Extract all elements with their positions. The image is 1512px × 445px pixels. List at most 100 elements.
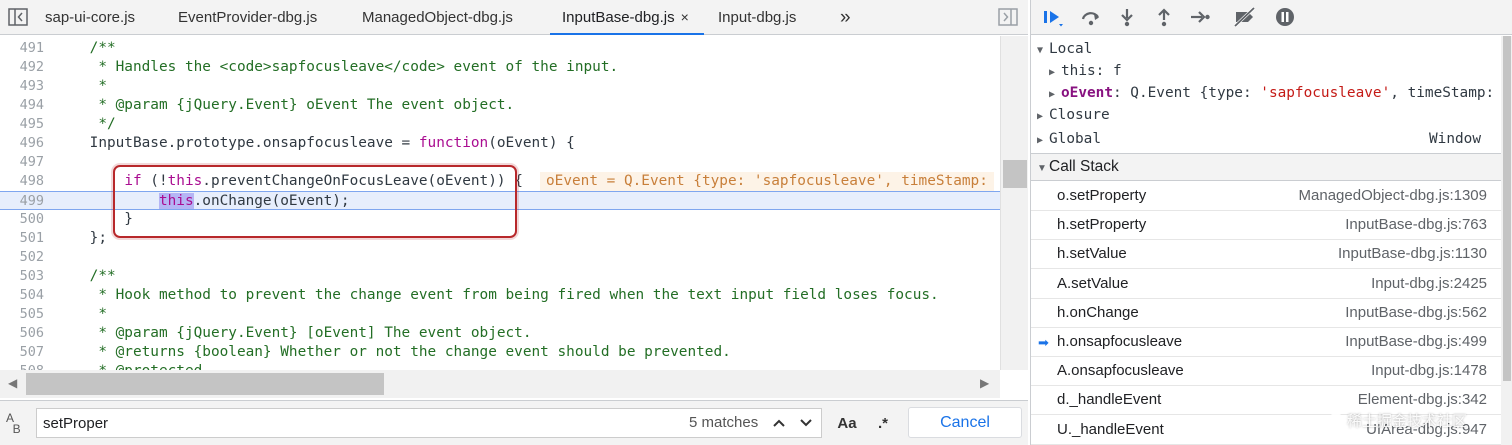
- line-number[interactable]: 508: [0, 362, 44, 370]
- tab-inputbase[interactable]: InputBase-dbg.js ×: [550, 0, 704, 35]
- scroll-right-icon[interactable]: ▶: [980, 376, 989, 390]
- code-line[interactable]: 501 };: [0, 229, 1000, 248]
- code-line[interactable]: 497: [0, 153, 1000, 172]
- previous-match-button[interactable]: [766, 409, 792, 437]
- code-line[interactable]: 507 * @returns {boolean} Whether or not …: [0, 343, 1000, 362]
- scrollbar-thumb[interactable]: [26, 373, 384, 395]
- line-number[interactable]: 497: [0, 153, 44, 172]
- line-number[interactable]: 506: [0, 324, 44, 343]
- code-line[interactable]: 495 */: [0, 115, 1000, 134]
- editor-vertical-scrollbar[interactable]: [1000, 36, 1028, 370]
- line-number[interactable]: 491: [0, 39, 44, 58]
- line-number[interactable]: 507: [0, 343, 44, 362]
- code-line[interactable]: 506 * @param {jQuery.Event} [oEvent] The…: [0, 324, 1000, 343]
- match-case-button[interactable]: Aa: [834, 409, 860, 437]
- scrollbar-thumb[interactable]: [1003, 160, 1027, 188]
- call-frame[interactable]: h.setProperty InputBase-dbg.js:763: [1031, 211, 1501, 241]
- code-line[interactable]: 508 * @protected: [0, 362, 1000, 370]
- tab-eventprovider[interactable]: EventProvider-dbg.js: [178, 0, 317, 35]
- line-number[interactable]: 500: [0, 210, 44, 229]
- editor-horizontal-scrollbar[interactable]: ◀ ▶: [0, 370, 1000, 398]
- frame-location-link[interactable]: Input-dbg.js:1478: [1371, 357, 1487, 385]
- scope-closure[interactable]: ▶ Closure: [1037, 104, 1110, 126]
- code-line[interactable]: 493 *: [0, 77, 1000, 96]
- frame-location-link[interactable]: InputBase-dbg.js:562: [1345, 299, 1487, 327]
- tab-label: Input-dbg.js: [718, 9, 797, 26]
- toggle-navigator-icon[interactable]: [7, 6, 29, 28]
- line-number[interactable]: 499: [0, 192, 44, 211]
- close-tab-icon[interactable]: ×: [681, 9, 689, 25]
- code-line[interactable]: 499 this.onChange(oEvent);: [0, 191, 1000, 210]
- frame-location-link[interactable]: Input-dbg.js:2425: [1371, 270, 1487, 298]
- step-into-icon[interactable]: [1113, 4, 1141, 30]
- step-over-icon[interactable]: [1077, 4, 1105, 30]
- code-text: * @protected: [55, 362, 202, 370]
- call-frame[interactable]: ➡ h.onsapfocusleave InputBase-dbg.js:499: [1031, 328, 1501, 357]
- step-icon[interactable]: [1186, 4, 1214, 30]
- frame-location-link[interactable]: InputBase-dbg.js:1130: [1338, 240, 1487, 268]
- toggle-debugger-sidebar-icon[interactable]: [997, 6, 1019, 28]
- var-value: : Q.Event {type:: [1112, 85, 1261, 101]
- line-number[interactable]: 495: [0, 115, 44, 134]
- code-line[interactable]: 498 if (!this.preventChangeOnFocusLeave(…: [0, 172, 1000, 191]
- code-line[interactable]: 500 }: [0, 210, 1000, 229]
- more-tabs-icon[interactable]: »: [840, 0, 851, 35]
- line-number[interactable]: 505: [0, 305, 44, 324]
- line-number[interactable]: 498: [0, 172, 44, 191]
- tab-sap-ui-core[interactable]: sap-ui-core.js: [45, 0, 135, 35]
- line-number[interactable]: 496: [0, 134, 44, 153]
- replace-toggle-icon[interactable]: A B: [6, 412, 21, 435]
- code-line[interactable]: 503 /**: [0, 267, 1000, 286]
- scroll-left-icon[interactable]: ◀: [8, 376, 17, 390]
- code-text: * @param {jQuery.Event} [oEvent] The eve…: [55, 324, 531, 343]
- scrollbar-thumb[interactable]: [1503, 36, 1511, 381]
- line-number[interactable]: 503: [0, 267, 44, 286]
- frame-location-link[interactable]: ManagedObject-dbg.js:1309: [1299, 182, 1487, 210]
- code-line[interactable]: 505 *: [0, 305, 1000, 324]
- search-bar: A B 5 matches Aa .* Cancel: [0, 400, 1028, 445]
- code-text: * @returns {boolean} Whether or not the …: [55, 343, 730, 362]
- scope-local[interactable]: ▼ Local: [1037, 38, 1092, 60]
- frame-function-name: h.setValue: [1057, 245, 1127, 263]
- code-token: .onChange(oEvent);: [193, 193, 350, 209]
- line-number[interactable]: 502: [0, 248, 44, 267]
- line-number[interactable]: 494: [0, 96, 44, 115]
- line-number[interactable]: 501: [0, 229, 44, 248]
- call-frame[interactable]: h.onChange InputBase-dbg.js:562: [1031, 299, 1501, 328]
- call-frame[interactable]: A.setValue Input-dbg.js:2425: [1031, 270, 1501, 299]
- deactivate-breakpoints-icon[interactable]: [1231, 4, 1259, 30]
- regex-button[interactable]: .*: [870, 409, 896, 437]
- line-number[interactable]: 493: [0, 77, 44, 96]
- code-line[interactable]: 492 * Handles the <code>sapfocusleave</c…: [0, 58, 1000, 77]
- pause-on-exceptions-icon[interactable]: [1271, 4, 1299, 30]
- frame-location-link[interactable]: InputBase-dbg.js:499: [1345, 328, 1487, 356]
- code-line[interactable]: 494 * @param {jQuery.Event} oEvent The e…: [0, 96, 1000, 115]
- scope-global[interactable]: ▶ Global Window: [1037, 128, 1495, 150]
- frame-function-name: h.setProperty: [1057, 216, 1147, 234]
- frame-location-link[interactable]: InputBase-dbg.js:763: [1345, 211, 1487, 239]
- resume-icon[interactable]: [1039, 4, 1067, 30]
- code-keyword: if: [124, 173, 142, 189]
- call-frame[interactable]: A.onsapfocusleave Input-dbg.js:1478: [1031, 357, 1501, 387]
- scope-var-oevent[interactable]: ▶ oEvent: Q.Event {type: 'sapfocusleave',…: [1049, 82, 1494, 104]
- scope-label: Local: [1049, 41, 1093, 57]
- code-line[interactable]: 504 * Hook method to prevent the change …: [0, 286, 1000, 305]
- code-line[interactable]: 491 /**: [0, 39, 1000, 58]
- sidebar-vertical-scrollbar[interactable]: [1501, 36, 1512, 445]
- code-text: if (!this.preventChangeOnFocusLeave(oEve…: [55, 172, 523, 191]
- tab-input[interactable]: Input-dbg.js: [718, 0, 796, 35]
- code-line[interactable]: 496 InputBase.prototype.onsapfocusleave …: [0, 134, 1000, 153]
- call-frame[interactable]: o.setProperty ManagedObject-dbg.js:1309: [1031, 182, 1501, 211]
- section-title: Call Stack: [1049, 158, 1119, 175]
- call-frame[interactable]: h.setValue InputBase-dbg.js:1130: [1031, 240, 1501, 270]
- line-number[interactable]: 492: [0, 58, 44, 77]
- scope-var-this[interactable]: ▶ this: f: [1049, 60, 1122, 82]
- step-out-icon[interactable]: [1150, 4, 1178, 30]
- code-viewport[interactable]: 491 /** 492 * Handles the <code>sapfocusl…: [0, 36, 1000, 370]
- code-line[interactable]: 502: [0, 248, 1000, 267]
- tab-managedobject[interactable]: ManagedObject-dbg.js: [362, 0, 513, 35]
- call-stack-header[interactable]: ▼ Call Stack: [1031, 153, 1501, 181]
- next-match-button[interactable]: [793, 409, 819, 437]
- line-number[interactable]: 504: [0, 286, 44, 305]
- cancel-button[interactable]: Cancel: [908, 407, 1022, 438]
